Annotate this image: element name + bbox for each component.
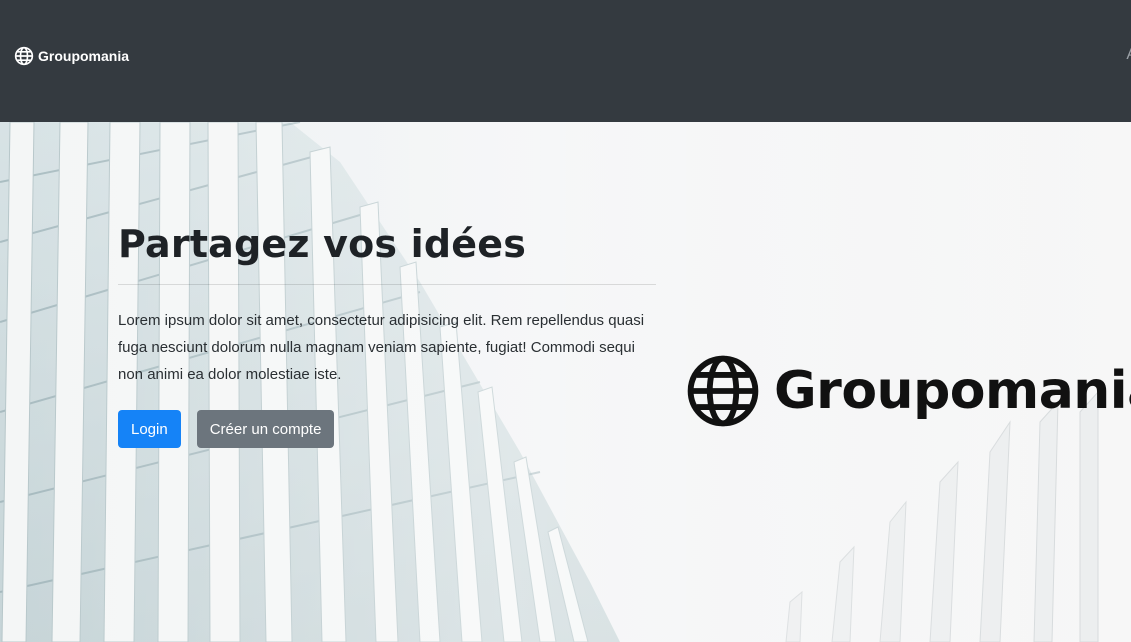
create-account-button[interactable]: Créer un compte xyxy=(196,410,335,448)
hero-section: Partagez vos idées Lorem ipsum dolor sit… xyxy=(0,122,1131,642)
hero-lead-text: Lorem ipsum dolor sit amet, consectetur … xyxy=(118,312,645,383)
hero-title: Partagez vos idées xyxy=(118,222,527,266)
logo-text: Groupomania xyxy=(774,361,1131,421)
navbar-menu-edge[interactable]: A xyxy=(1126,46,1131,64)
navbar: Groupomania A xyxy=(0,0,1131,122)
hero-buttons: Login Créer un compte xyxy=(118,410,658,448)
hero-divider xyxy=(118,284,656,285)
hero-content: Partagez vos idées Lorem ipsum dolor sit… xyxy=(118,222,658,448)
groupomania-logo: Groupomania xyxy=(686,354,1131,428)
login-button[interactable]: Login xyxy=(118,410,181,448)
globe-icon xyxy=(14,46,34,66)
navbar-brand[interactable]: Groupomania xyxy=(14,46,129,66)
brand-label: Groupomania xyxy=(38,48,130,64)
globe-icon xyxy=(686,354,760,428)
